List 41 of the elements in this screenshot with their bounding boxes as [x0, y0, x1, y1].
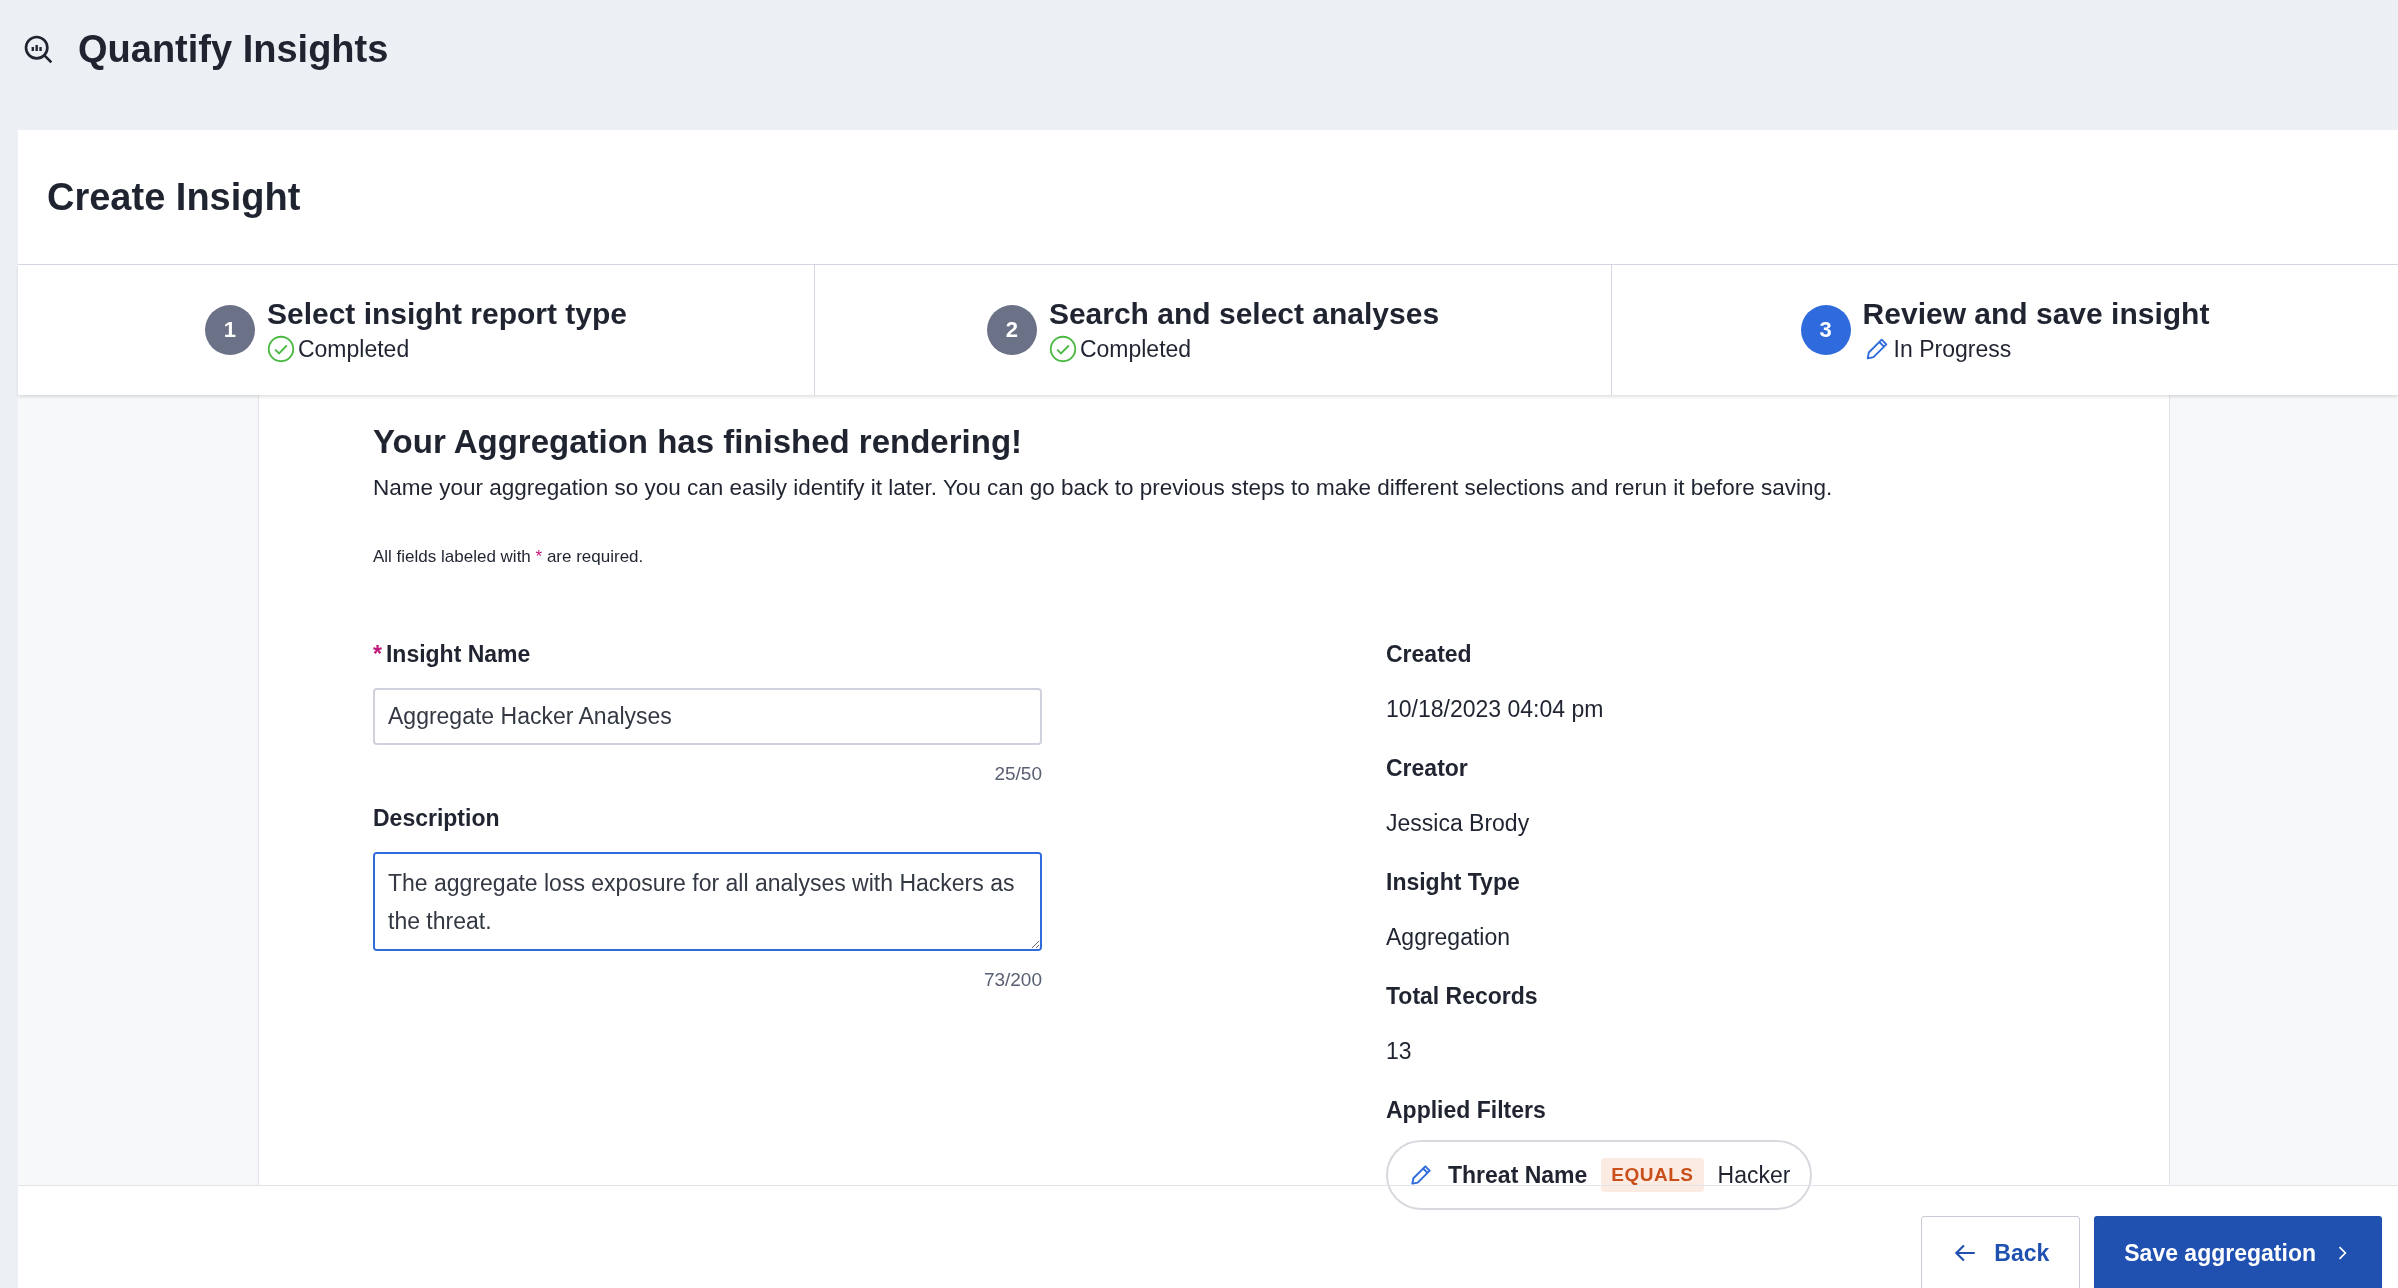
step-tab[interactable]: 3 Review and save insight In Progress: [1612, 265, 2398, 395]
save-aggregation-button[interactable]: Save aggregation: [2094, 1216, 2382, 1288]
required-mark: *: [373, 641, 382, 668]
app-title: Quantify Insights: [78, 27, 389, 71]
description-field[interactable]: The aggregate loss exposure for all analyses with Hackers as the threat.: [373, 852, 1042, 951]
step-number: 3: [1800, 305, 1851, 355]
back-button[interactable]: Back: [1921, 1216, 2081, 1288]
insight-name-field[interactable]: Aggregate Hacker Analyses: [373, 688, 1042, 745]
character-counter: 73/200: [983, 969, 1042, 991]
required-note: All fields labeled with * are required.: [373, 547, 645, 567]
detail-label: Applied Filters: [1386, 1097, 1547, 1124]
step-number: 2: [986, 305, 1037, 355]
pencil-icon: [1408, 1162, 1434, 1188]
step-status: Completed: [297, 335, 410, 363]
filter-value: Hacker: [1717, 1161, 1791, 1189]
detail-value: 10/18/2023 04:04 pm: [1386, 696, 1605, 723]
insights-search-icon: [22, 33, 54, 65]
filter-operator: EQUALS: [1601, 1158, 1704, 1192]
intro-text: Name your aggregation so you can easily identify it later. You can go back to previous steps to make different selections and rerun it before saving.: [373, 475, 1834, 501]
page-title: Create Insight: [47, 175, 301, 219]
character-counter: 25/50: [994, 763, 1042, 785]
field-label: Insight Name: [385, 641, 531, 668]
detail-value: 13: [1386, 1038, 1413, 1065]
detail-label: Insight Type: [1386, 869, 1521, 896]
detail-label: Created: [1386, 641, 1473, 668]
filter-chip[interactable]: Threat Name EQUALS Hacker: [1386, 1140, 1813, 1210]
check-circle-icon: [1048, 335, 1077, 363]
check-circle-icon: [266, 335, 295, 363]
step-status: Completed: [1079, 335, 1192, 363]
step-title: Select insight report type: [266, 297, 628, 331]
filter-field: Threat Name: [1448, 1161, 1588, 1189]
section-heading: Your Aggregation has finished rendering!: [373, 423, 1024, 461]
step-title: Review and save insight: [1862, 297, 2210, 331]
step-number: 1: [204, 305, 255, 355]
detail-value: Jessica Brody: [1386, 810, 1531, 837]
step-status: In Progress: [1893, 335, 2012, 363]
step-title: Search and select analyses: [1048, 297, 1440, 331]
detail-label: Creator: [1386, 755, 1469, 782]
field-label: Description: [373, 805, 500, 832]
detail-label: Total Records: [1386, 983, 1539, 1010]
detail-value: Aggregation: [1386, 924, 1512, 951]
